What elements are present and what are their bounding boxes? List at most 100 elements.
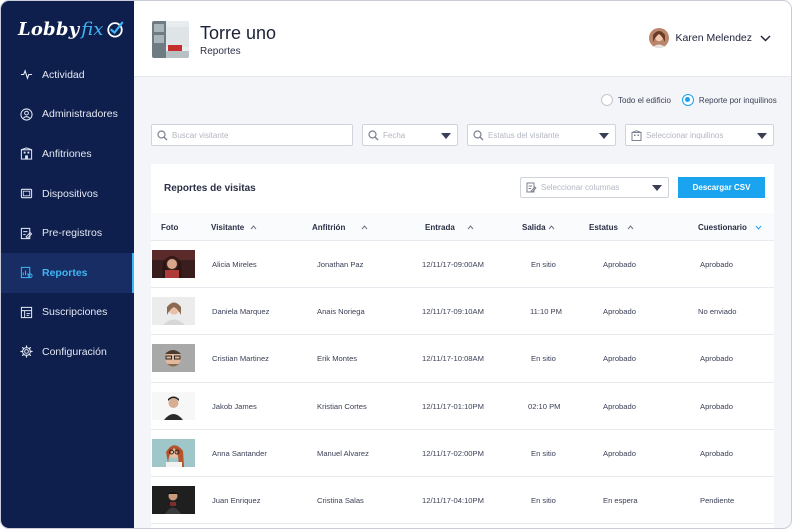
column-header-photo: Foto (161, 223, 178, 232)
cell-host: Erik Montes (317, 354, 358, 364)
table-row[interactable]: Juan Enriquez Cristina Salas 12/11/17-04… (151, 477, 774, 525)
caret-down-icon[interactable] (599, 133, 609, 139)
cell-survey: Aprobado (700, 260, 733, 269)
cell-visitor: Anna Santander (212, 448, 267, 458)
visitor-status-input[interactable] (488, 130, 615, 140)
cell-status: Aprobado (603, 401, 636, 411)
user-name: Karen Melendez (675, 32, 752, 44)
sidebar-item-label: Administradores (42, 108, 118, 121)
caret-down-icon[interactable] (441, 133, 451, 139)
table-row[interactable]: Cristian Martinez Erik Montes 12/11/17-1… (151, 335, 774, 383)
page-title: Torre uno (200, 23, 277, 43)
radio-tenants[interactable]: Reporte por inquilinos (681, 94, 777, 106)
search-icon (157, 129, 168, 141)
cell-host: Kristian Cortes (317, 401, 367, 411)
radio-building[interactable]: Todo el edificio (601, 94, 671, 106)
sidebar-item-label: Pre-registros (42, 227, 103, 240)
sidebar-item-configuracion[interactable]: Configuración (1, 332, 134, 372)
radio-circle[interactable] (681, 94, 694, 106)
user-menu[interactable]: Karen Melendez (648, 28, 771, 48)
sort-down-icon[interactable] (755, 225, 762, 230)
caret-down-icon[interactable] (652, 185, 662, 191)
cell-exit: En sitio (531, 495, 556, 505)
avatar (648, 28, 669, 48)
column-header-label: Salida (522, 223, 546, 232)
visitor-search-field[interactable] (151, 124, 353, 146)
report-title: Reportes de visitas (164, 183, 256, 194)
download-csv-button[interactable]: Descargar CSV (678, 177, 765, 198)
visitor-status-filter[interactable] (467, 124, 616, 146)
app-window: Lobby fix Actividad Administradores Anfi… (0, 0, 792, 529)
column-header-survey[interactable]: Cuestionario (698, 223, 762, 232)
table-row[interactable]: Jakob James Kristian Cortes 12/11/17-01:… (151, 383, 774, 430)
column-header-exit[interactable]: Salida (522, 223, 555, 232)
table-row[interactable]: Daniela Marquez Anais Noriega 12/11/17-0… (151, 288, 774, 336)
table-body: Alicia Mireles Jonathan Paz 12/11/17-09:… (151, 241, 774, 525)
sidebar-item-label: Actividad (42, 68, 85, 81)
sidebar-item-suscripciones[interactable]: Suscripciones (1, 293, 134, 333)
cell-exit: En sitio (531, 354, 556, 364)
cell-visitor: Cristian Martinez (212, 354, 269, 364)
columns-select[interactable]: Seleccionar columnas (520, 177, 669, 198)
cell-survey: Aprobado (700, 401, 733, 411)
building-image (152, 21, 189, 58)
cell-host: Anais Noriega (317, 307, 365, 317)
cell-survey: No enviado (698, 307, 737, 317)
sort-up-icon[interactable] (548, 225, 555, 230)
radio-label: Reporte por inquilinos (698, 95, 777, 105)
sort-up-icon[interactable] (250, 225, 257, 230)
report-icon (20, 266, 33, 279)
sort-up-icon[interactable] (467, 225, 474, 230)
radio-circle[interactable] (601, 94, 613, 106)
date-filter[interactable] (362, 124, 458, 146)
visitor-photo (152, 297, 195, 326)
cell-host: Jonathan Paz (317, 260, 364, 269)
cell-survey: Aprobado (700, 448, 733, 458)
sidebar-nav: Actividad Administradores Anfitriones Di… (1, 55, 134, 372)
building-icon (631, 129, 642, 141)
sidebar-item-administradores[interactable]: Administradores (1, 95, 134, 135)
brand-logo[interactable]: Lobby fix (18, 15, 124, 43)
sidebar-item-actividad[interactable]: Actividad (1, 55, 134, 95)
column-header-entry[interactable]: Entrada (425, 223, 474, 232)
column-header-label: Cuestionario (698, 223, 747, 232)
sort-up-icon[interactable] (361, 225, 368, 230)
columns-select-placeholder: Seleccionar columnas (541, 183, 620, 192)
cell-entry: 12/11/17-01:10PM (422, 401, 484, 411)
cell-status: Aprobado (603, 448, 636, 458)
cell-status: Aprobado (603, 307, 636, 317)
sidebar-item-label: Anfitriones (42, 147, 92, 160)
visitor-search-input[interactable] (172, 130, 352, 140)
cell-entry: 12/11/17-09:00AM (422, 260, 484, 269)
cell-host: Cristina Salas (317, 495, 364, 505)
sidebar-item-anfitriones[interactable]: Anfitriones (1, 134, 134, 174)
sidebar-item-reportes[interactable]: Reportes (1, 252, 134, 293)
cell-status: En espera (603, 495, 638, 505)
check-circle-icon (107, 21, 124, 38)
table-row[interactable]: Alicia Mireles Jonathan Paz 12/11/17-09:… (151, 241, 774, 289)
search-icon (473, 129, 484, 141)
cell-entry: 12/11/17-09:10AM (422, 307, 484, 317)
column-header-host[interactable]: Anfitrión (312, 223, 368, 232)
table-header: Foto Visitante Anfitrión Entrada Salida … (151, 213, 774, 241)
table-row[interactable]: Anna Santander Manuel Alvarez 12/11/17-0… (151, 430, 774, 477)
sort-up-icon[interactable] (627, 225, 634, 230)
column-header-label: Entrada (425, 223, 455, 232)
tenants-filter[interactable] (625, 124, 774, 146)
cell-entry: 12/11/17-04:10PM (422, 495, 484, 505)
column-header-status[interactable]: Estatus (589, 223, 634, 232)
visitor-photo (152, 250, 195, 278)
column-header-label: Foto (161, 223, 179, 232)
caret-down-icon[interactable] (757, 133, 767, 139)
sidebar-item-label: Suscripciones (42, 306, 108, 319)
sidebar: Lobby fix Actividad Administradores Anfi… (1, 1, 134, 528)
search-icon (368, 129, 379, 141)
cell-status: Aprobado (603, 354, 636, 364)
sidebar-item-dispositivos[interactable]: Dispositivos (1, 174, 134, 214)
tenants-input[interactable] (646, 130, 773, 140)
sidebar-item-label: Configuración (42, 345, 107, 358)
visits-report-card: Reportes de visitas Seleccionar columnas… (151, 164, 774, 528)
column-header-visitor[interactable]: Visitante (211, 223, 257, 232)
cell-survey: Pendiente (700, 495, 735, 505)
sidebar-item-pre-registros[interactable]: Pre-registros (1, 213, 134, 253)
